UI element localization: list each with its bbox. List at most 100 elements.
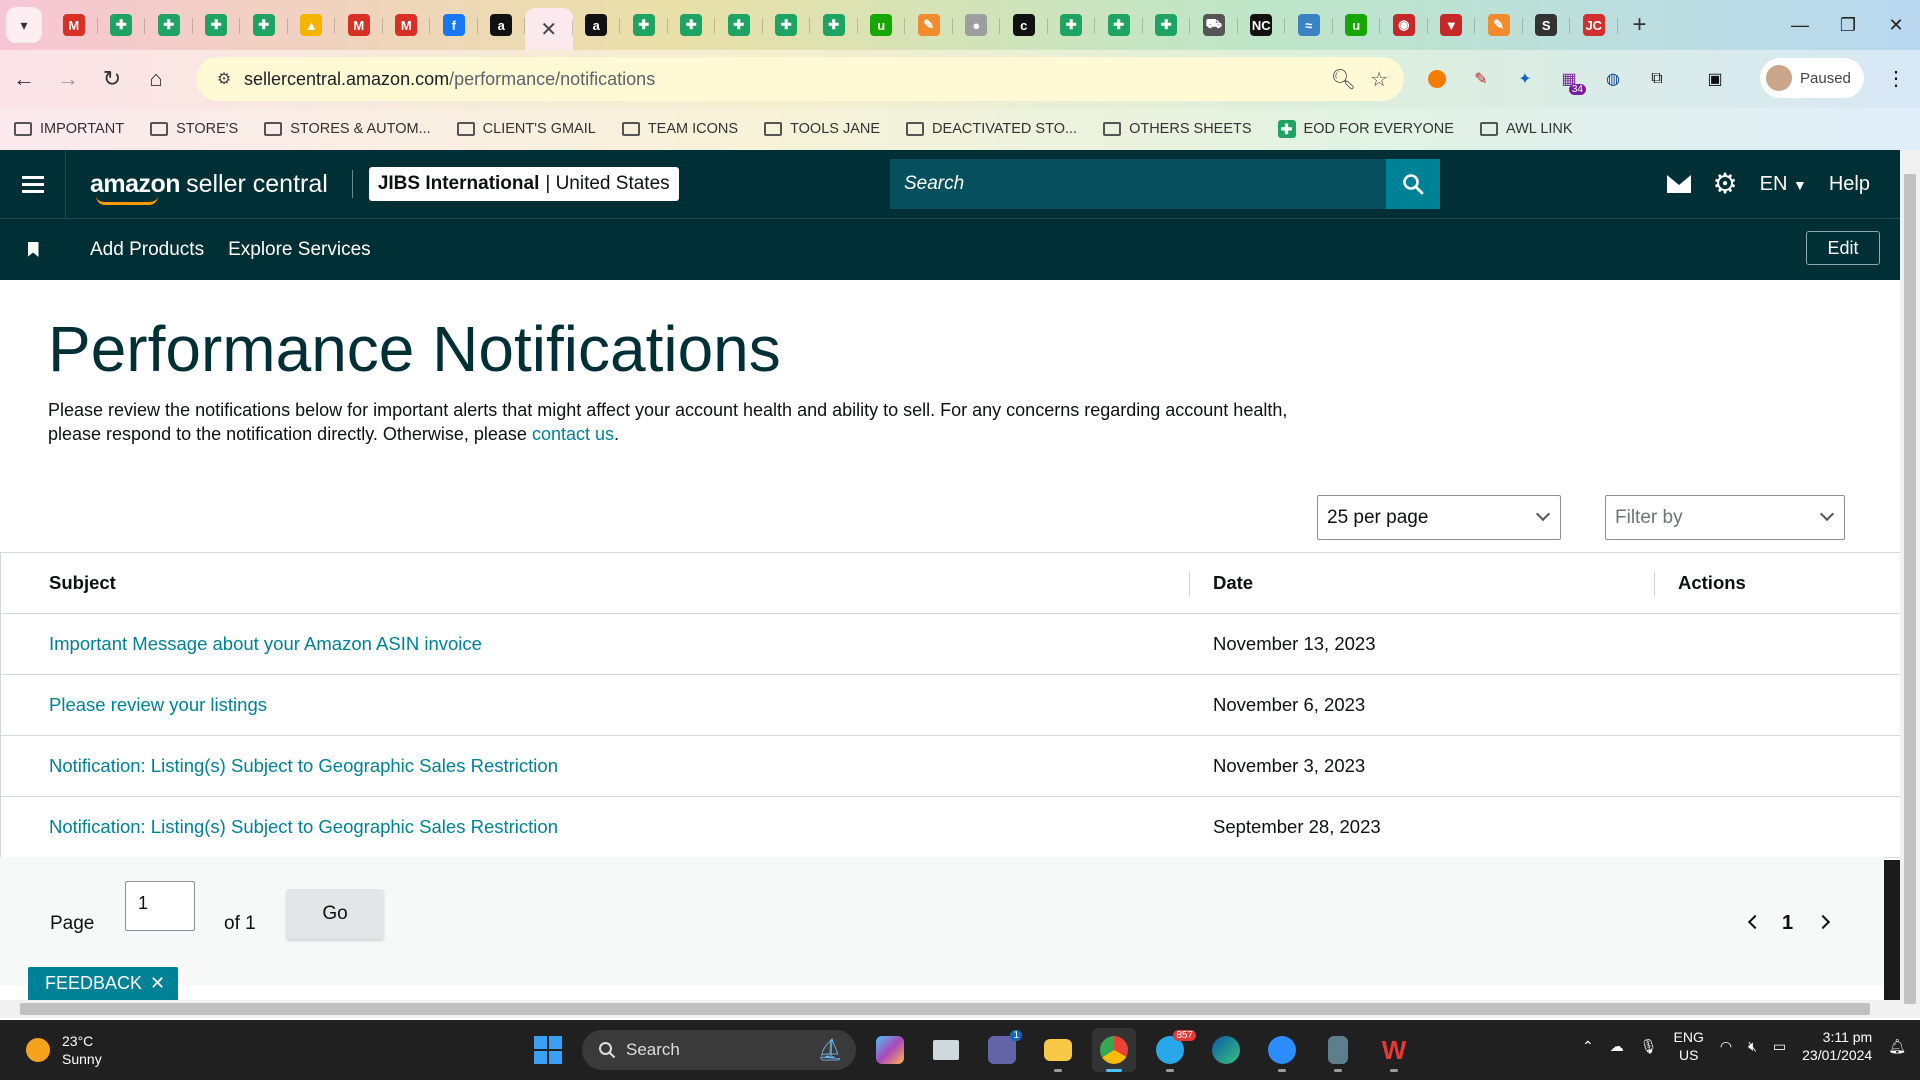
- bookmark-item[interactable]: OTHERS SHEETS: [1103, 121, 1252, 137]
- bookmark-item[interactable]: STORES & AUTOM...: [264, 121, 431, 137]
- browser-tab[interactable]: ✚: [1143, 6, 1190, 44]
- bookmark-item[interactable]: IMPORTANT: [14, 121, 124, 137]
- wps-office-icon[interactable]: W: [1372, 1028, 1416, 1072]
- language-indicator[interactable]: ENG US: [1674, 1028, 1704, 1064]
- browser-tab[interactable]: ✚: [98, 6, 145, 44]
- bookmark-item[interactable]: AWL LINK: [1479, 121, 1573, 137]
- edge-icon[interactable]: [1204, 1028, 1248, 1072]
- cloud-icon[interactable]: ☁: [1610, 1038, 1624, 1055]
- mail-icon[interactable]: [1666, 175, 1691, 193]
- notification-bell-icon[interactable]: 🔔︎: [1888, 1038, 1906, 1055]
- tab-search-button[interactable]: ▾: [6, 7, 42, 43]
- browser-tab[interactable]: ✚: [193, 6, 240, 44]
- search-button[interactable]: [1386, 159, 1440, 209]
- reload-button[interactable]: ↻: [92, 59, 132, 99]
- forward-button[interactable]: →: [48, 59, 88, 99]
- bookmark-star-icon[interactable]: ☆: [1370, 67, 1388, 92]
- battery-icon[interactable]: ▭: [1773, 1038, 1786, 1055]
- browser-tab[interactable]: JC: [1570, 6, 1618, 44]
- side-panel-icon[interactable]: ▣: [1698, 59, 1732, 99]
- browser-tab[interactable]: ✚: [620, 6, 668, 44]
- browser-tab[interactable]: a: [573, 6, 620, 44]
- header-subject[interactable]: Subject: [49, 572, 116, 594]
- bookmark-item[interactable]: TEAM ICONS: [621, 121, 738, 137]
- site-info-icon[interactable]: ⚙: [204, 69, 244, 89]
- browser-menu-icon[interactable]: ⋮: [1878, 60, 1914, 96]
- notification-subject-link[interactable]: Please review your listings: [49, 694, 267, 716]
- account-switcher[interactable]: JIBS International | United States: [368, 167, 679, 201]
- copilot-icon[interactable]: [868, 1028, 912, 1072]
- browser-tab[interactable]: ▲: [288, 6, 335, 44]
- amazon-seller-central-logo[interactable]: amazon seller central: [90, 170, 328, 205]
- browser-tab[interactable]: ✚: [240, 6, 288, 44]
- contact-us-link[interactable]: contact us: [532, 424, 614, 444]
- minimize-icon[interactable]: —: [1776, 0, 1824, 50]
- go-button[interactable]: Go: [286, 889, 384, 939]
- scroll-thumb[interactable]: [20, 1003, 1870, 1015]
- wifi-icon[interactable]: ◠: [1720, 1038, 1732, 1055]
- browser-tab[interactable]: ▼: [1428, 6, 1475, 44]
- hamburger-menu-icon[interactable]: [0, 150, 66, 218]
- close-window-icon[interactable]: ✕: [1872, 0, 1920, 50]
- bookmark-icon[interactable]: [0, 242, 66, 257]
- telegram-icon[interactable]: 857: [1148, 1028, 1196, 1072]
- home-button[interactable]: ⌂: [136, 59, 176, 99]
- browser-tab[interactable]: ✎: [905, 6, 953, 44]
- horizontal-scrollbar[interactable]: [0, 1000, 1900, 1018]
- browser-tab[interactable]: ◉: [1380, 6, 1428, 44]
- extensions-puzzle-icon[interactable]: ⧉: [1640, 59, 1674, 99]
- extension-grid-icon[interactable]: ◍: [1596, 59, 1630, 99]
- close-icon[interactable]: ✕: [538, 18, 560, 41]
- extension-orange-icon[interactable]: [1420, 59, 1454, 99]
- page-number-input[interactable]: 1: [125, 881, 195, 931]
- back-button[interactable]: ←: [4, 59, 44, 99]
- close-icon[interactable]: ✕: [150, 973, 165, 994]
- notification-subject-link[interactable]: Important Message about your Amazon ASIN…: [49, 633, 482, 655]
- browser-tab[interactable]: M: [50, 6, 98, 44]
- feedback-button[interactable]: FEEDBACK ✕: [28, 967, 178, 1000]
- windows-start-icon[interactable]: [526, 1028, 570, 1072]
- header-date[interactable]: Date: [1213, 572, 1253, 594]
- taskbar-search[interactable]: Search ⛵︎: [582, 1030, 856, 1070]
- browser-tab[interactable]: ✚: [715, 6, 763, 44]
- browser-tab[interactable]: ✚: [145, 6, 193, 44]
- profile-button[interactable]: Paused: [1760, 58, 1864, 98]
- scroll-thumb[interactable]: [1904, 174, 1916, 1004]
- browser-tab[interactable]: a: [478, 6, 525, 44]
- browser-tab[interactable]: ✚: [668, 6, 715, 44]
- browser-tab[interactable]: ≈: [1285, 6, 1333, 44]
- clock[interactable]: 3:11 pm 23/01/2024: [1802, 1028, 1872, 1064]
- gear-icon[interactable]: ⚙: [1713, 170, 1738, 198]
- bookmark-item[interactable]: CLIENT'S GMAIL: [456, 121, 596, 137]
- browser-tab[interactable]: M: [335, 6, 383, 44]
- task-view-icon[interactable]: [924, 1028, 968, 1072]
- browser-tab[interactable]: S: [1523, 6, 1570, 44]
- browser-tab[interactable]: c: [1000, 6, 1048, 44]
- bookmark-item[interactable]: DEACTIVATED STO...: [906, 121, 1077, 137]
- browser-tab[interactable]: NC: [1238, 6, 1285, 44]
- filter-select[interactable]: Filter by: [1605, 495, 1845, 540]
- chrome-icon[interactable]: [1092, 1028, 1136, 1072]
- browser-tab[interactable]: u: [858, 6, 905, 44]
- browser-tab[interactable]: u: [1333, 6, 1380, 44]
- file-explorer-icon[interactable]: [1036, 1028, 1080, 1072]
- microphone-icon[interactable]: 🎙︎: [1640, 1038, 1658, 1055]
- new-tab-button[interactable]: +: [1622, 7, 1658, 43]
- current-page-number[interactable]: 1: [1782, 912, 1793, 935]
- notification-subject-link[interactable]: Notification: Listing(s) Subject to Geog…: [49, 816, 558, 838]
- browser-tab[interactable]: M: [383, 6, 430, 44]
- browser-tab[interactable]: ✚: [763, 6, 810, 44]
- zoom-icon[interactable]: [1260, 1028, 1304, 1072]
- weather-widget[interactable]: 23°C Sunny: [26, 1032, 102, 1068]
- bookmark-item[interactable]: ✚ EOD FOR EVERYONE: [1277, 120, 1454, 138]
- address-bar[interactable]: ⚙ sellercentral.amazon.com/performance/n…: [196, 57, 1404, 101]
- zoom-icon[interactable]: 🔍︎: [1331, 67, 1356, 92]
- chevron-right-icon[interactable]: [1815, 914, 1831, 930]
- browser-tab[interactable]: ✚: [1095, 6, 1143, 44]
- browser-tab[interactable]: ✚: [1048, 6, 1095, 44]
- extension-scribble-icon[interactable]: ✎: [1464, 59, 1498, 99]
- notification-subject-link[interactable]: Notification: Listing(s) Subject to Geog…: [49, 755, 558, 777]
- per-page-select[interactable]: 25 per page: [1317, 495, 1561, 540]
- teams-icon[interactable]: 1: [980, 1028, 1024, 1072]
- extension-blue-icon[interactable]: ✦: [1508, 59, 1542, 99]
